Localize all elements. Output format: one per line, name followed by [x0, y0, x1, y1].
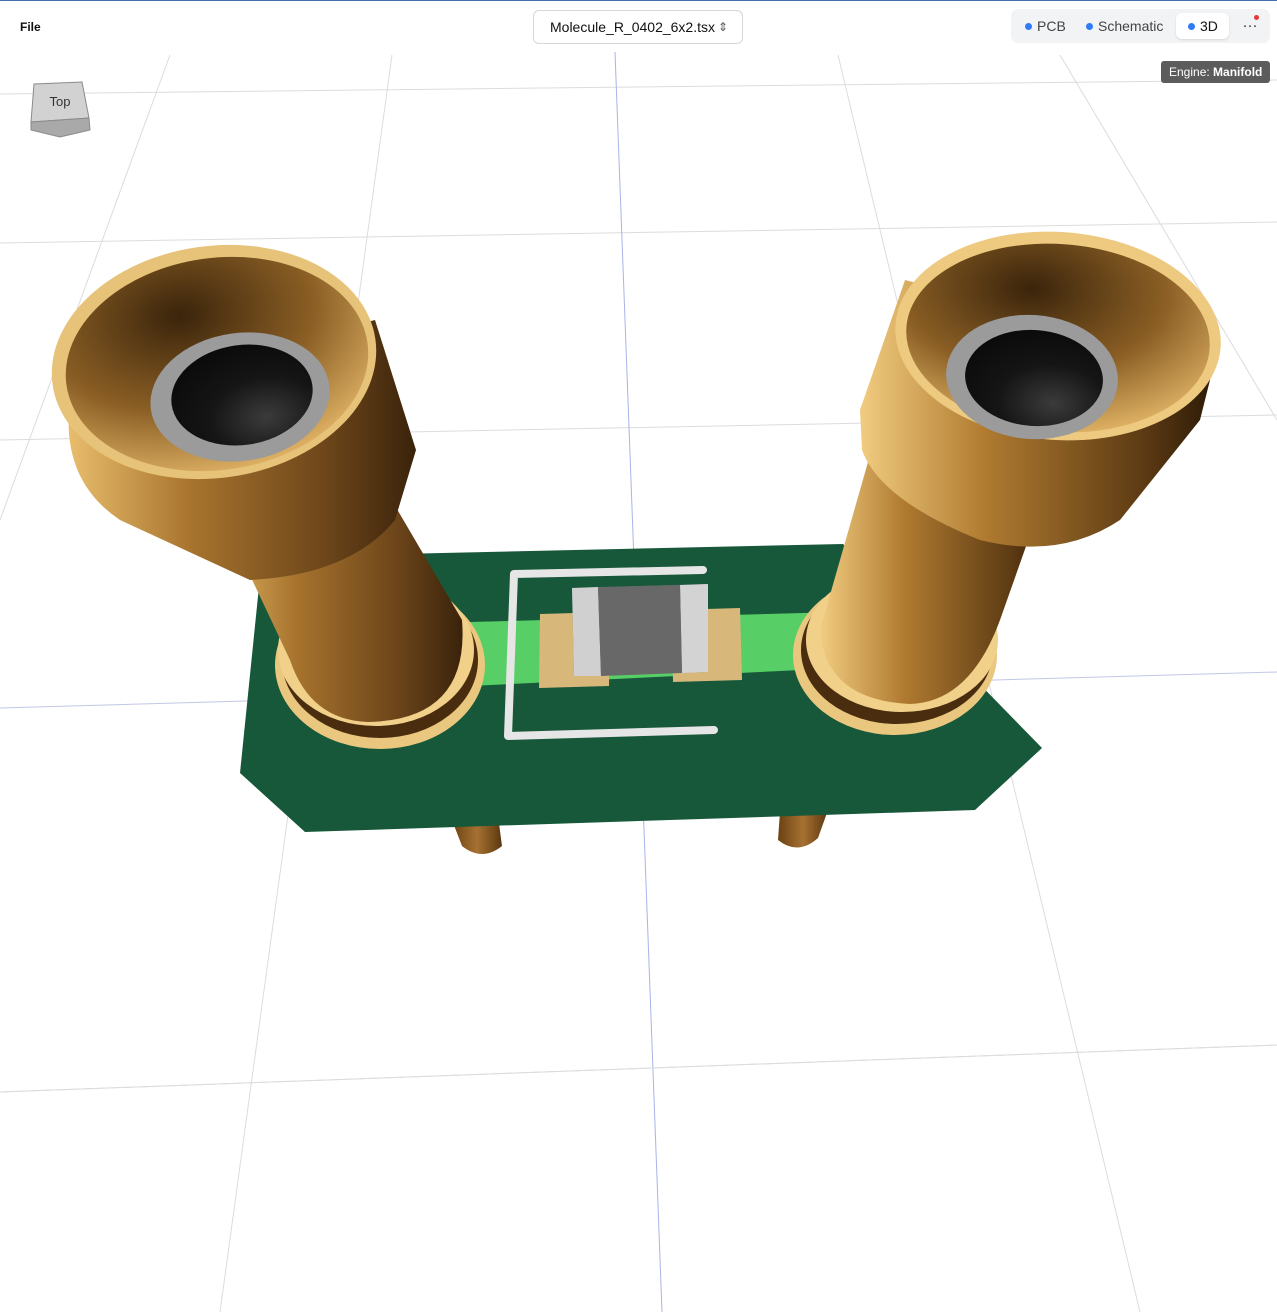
resistor-0402 — [572, 584, 708, 676]
tab-pcb[interactable]: PCB — [1025, 13, 1066, 39]
status-dot-icon — [1188, 23, 1195, 30]
engine-name: Manifold — [1213, 65, 1263, 79]
tab-label: PCB — [1037, 18, 1066, 34]
file-menu[interactable]: File — [20, 20, 41, 34]
3d-viewport[interactable]: Top — [0, 0, 1277, 1312]
file-selector[interactable]: Molecule_R_0402_6x2.tsx ⇕ — [533, 10, 743, 44]
tab-label: Schematic — [1098, 18, 1164, 34]
cube-face-label[interactable]: Top — [50, 94, 71, 109]
status-dot-icon — [1086, 23, 1093, 30]
status-dot-icon — [1025, 23, 1032, 30]
view-tabs: PCB Schematic 3D — [1011, 9, 1270, 43]
engine-prefix: Engine: — [1169, 65, 1210, 79]
tab-schematic[interactable]: Schematic — [1086, 13, 1163, 39]
tab-3d[interactable]: 3D — [1176, 13, 1229, 39]
tab-label: 3D — [1200, 18, 1218, 34]
orientation-cube[interactable]: Top — [30, 81, 91, 138]
connector-right — [793, 231, 1221, 735]
red-dot-icon — [1254, 15, 1259, 20]
engine-badge: Engine: Manifold — [1161, 61, 1271, 83]
file-name: Molecule_R_0402_6x2.tsx — [550, 19, 715, 35]
chevron-updown-icon: ⇕ — [717, 20, 728, 34]
